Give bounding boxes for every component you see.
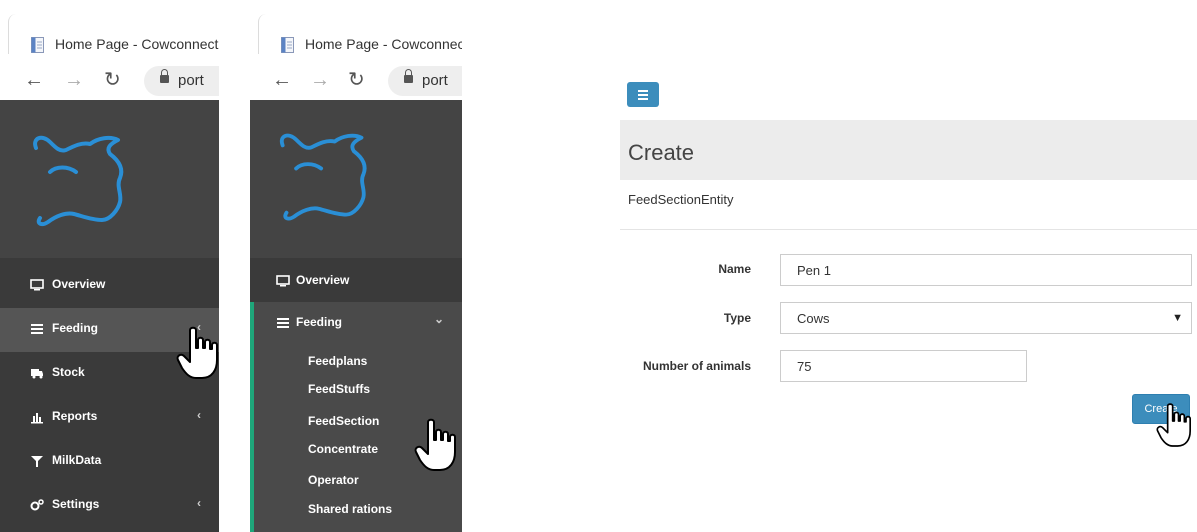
browser-panel-2: Home Page - Cowconnect ← → ↻ port Overvi…	[250, 0, 462, 532]
forward-arrow-icon[interactable]: →	[64, 68, 84, 92]
browser-panel-1: Home Page - Cowconnect ← → ↻ port Overvi…	[0, 0, 219, 532]
number-of-animals-field[interactable]: 75	[780, 350, 1027, 382]
submenu-item-feedstuffs[interactable]: FeedStuffs	[308, 382, 370, 396]
submenu-item-shared-rations[interactable]: Shared rations	[308, 502, 392, 516]
address-bar: ← → ↻ port	[0, 62, 219, 100]
bar-chart-icon	[31, 413, 43, 424]
logo-area	[0, 100, 219, 258]
type-select-value: Cows	[797, 311, 830, 326]
logo-area	[250, 100, 462, 258]
list-icon	[31, 324, 43, 334]
url-field[interactable]: port	[144, 66, 219, 96]
page-icon	[281, 37, 294, 53]
sidebar-item-overview[interactable]: Overview	[250, 260, 462, 304]
sidebar-item-reports[interactable]: Reports ‹	[0, 396, 219, 440]
address-bar: ← → ↻ port	[250, 62, 462, 100]
hamburger-menu-button[interactable]	[627, 82, 659, 107]
sidebar-item-feeding[interactable]: Feeding ⌄	[254, 302, 462, 346]
submenu-item-concentrate[interactable]: Concentrate	[308, 442, 378, 456]
chevron-left-icon[interactable]: ‹	[197, 496, 201, 510]
sidebar-item-overview[interactable]: Overview	[0, 264, 219, 308]
type-select[interactable]: Cows ▼	[780, 302, 1192, 334]
reload-icon[interactable]: ↻	[348, 68, 365, 92]
back-arrow-icon[interactable]: ←	[272, 68, 292, 92]
list-icon	[277, 318, 289, 328]
chevron-down-icon[interactable]: ⌄	[434, 312, 444, 326]
tab-strip: Home Page - Cowconnect	[0, 0, 219, 60]
content-header: Create	[620, 120, 1197, 180]
sidebar-item-label: Stock	[52, 365, 85, 379]
cow-logo	[279, 133, 367, 221]
sidebar-item-label: Overview	[296, 273, 350, 287]
gears-icon	[30, 499, 44, 511]
monitor-icon	[30, 279, 44, 291]
lock-icon	[404, 69, 413, 83]
caret-down-icon: ▼	[1172, 312, 1183, 324]
type-label: Type	[723, 311, 751, 325]
submenu-item-operator[interactable]: Operator	[308, 473, 359, 487]
url-field[interactable]: port	[388, 66, 462, 96]
tab-strip: Home Page - Cowconnect	[250, 0, 462, 60]
name-label: Name	[718, 262, 751, 276]
cow-logo	[33, 135, 124, 227]
sidebar: Overview Feeding ‹ Stock Reports ‹ MilkD…	[0, 100, 219, 532]
name-field[interactable]: Pen 1	[780, 254, 1192, 286]
lock-icon	[160, 69, 169, 83]
sidebar-item-label: Reports	[52, 409, 98, 423]
sidebar-item-label: Settings	[52, 497, 100, 511]
sidebar-item-milkdata[interactable]: MilkData	[0, 440, 219, 484]
hand-cursor-icon	[1156, 403, 1191, 447]
entity-name: FeedSectionEntity	[628, 192, 734, 207]
hand-cursor-icon	[414, 418, 456, 471]
sidebar-item-label: MilkData	[52, 453, 102, 467]
forward-arrow-icon[interactable]: →	[310, 68, 330, 92]
reload-icon[interactable]: ↻	[104, 68, 121, 92]
feeding-submenu: Feeding ⌄ Feedplans FeedStuffs FeedSecti…	[250, 302, 462, 532]
sidebar-item-settings[interactable]: Settings ‹	[0, 484, 219, 528]
chevron-left-icon[interactable]: ‹	[197, 408, 201, 422]
create-form-panel: Create FeedSectionEntity Name Pen 1 Type…	[620, 0, 1197, 532]
page-title: Create	[628, 140, 695, 165]
filter-icon	[31, 456, 43, 467]
number-of-animals-label: Number of animals	[642, 359, 751, 373]
hand-cursor-icon	[176, 326, 218, 379]
sidebar-item-label: Overview	[52, 277, 106, 291]
url-text: port	[178, 72, 204, 89]
browser-tab[interactable]: Home Page - Cowconnect	[8, 14, 219, 54]
page-icon	[31, 37, 44, 53]
truck-icon	[31, 369, 43, 379]
submenu-item-feedplans[interactable]: Feedplans	[308, 354, 367, 368]
tab-title: Home Page - Cowconnect	[305, 36, 462, 52]
sidebar-item-label: Feeding	[52, 321, 99, 335]
url-text: port	[422, 72, 448, 89]
submenu-item-feedsection[interactable]: FeedSection	[308, 414, 379, 428]
back-arrow-icon[interactable]: ←	[24, 68, 44, 92]
monitor-icon	[276, 275, 290, 287]
divider	[620, 229, 1197, 230]
sidebar-item-label: Feeding	[296, 315, 343, 329]
browser-tab[interactable]: Home Page - Cowconnect	[258, 14, 462, 54]
tab-title: Home Page - Cowconnect	[55, 36, 219, 52]
